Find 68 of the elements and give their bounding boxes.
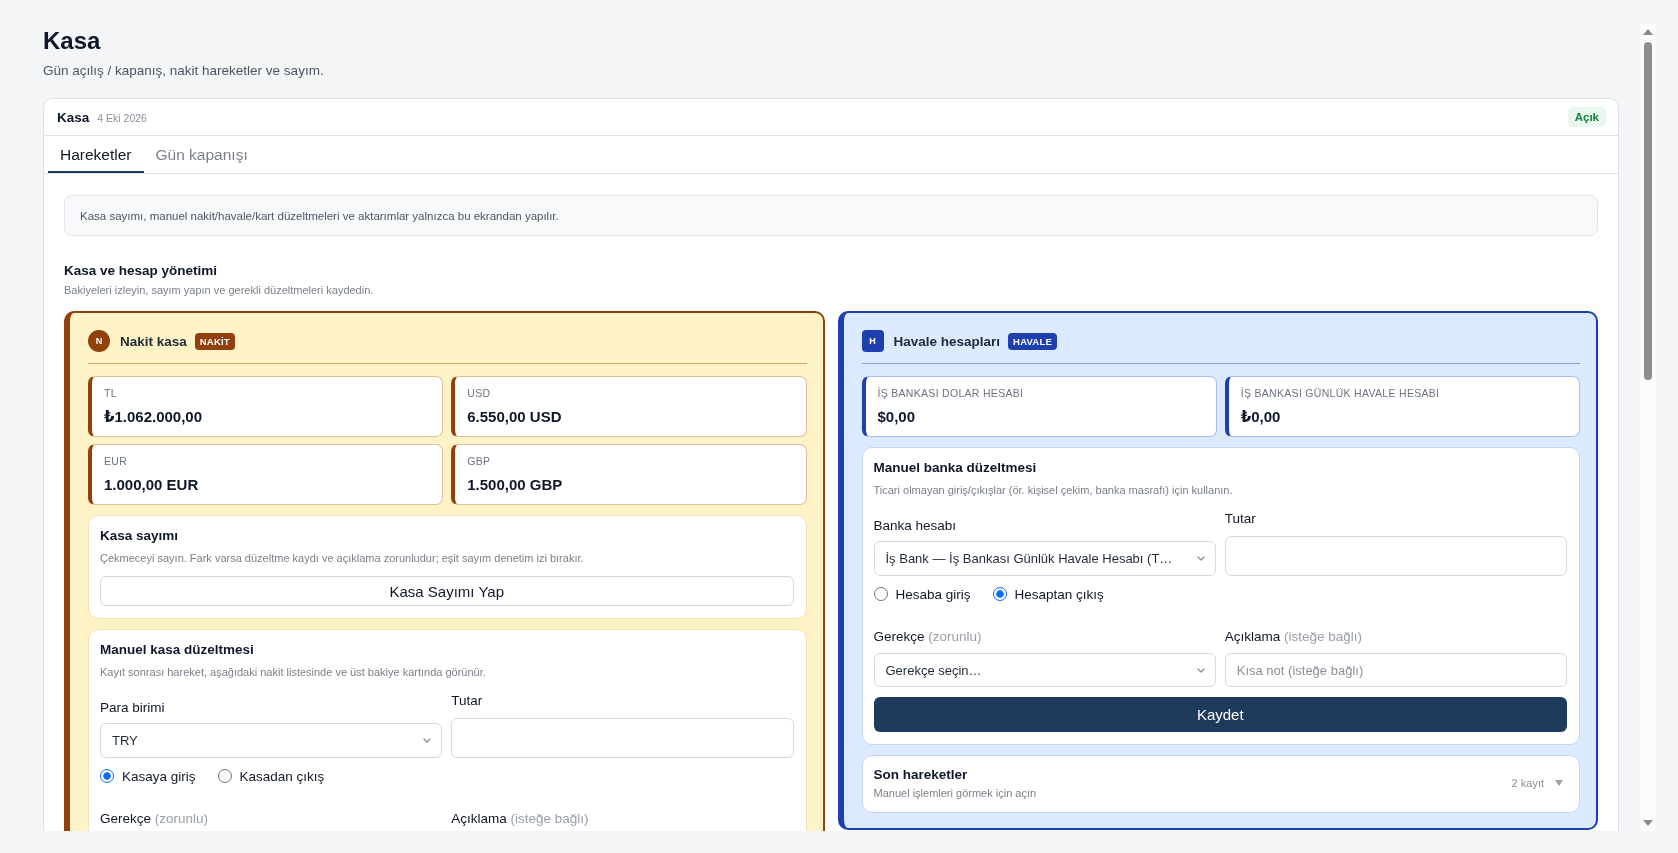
card-date: 4 Eki 2026 [97,111,147,124]
field-label: Açıklama (isteğe bağlı) [451,810,590,828]
card-heading: Manuel kasa düzeltmesi [100,641,255,659]
radio-button[interactable] [100,769,114,783]
balance-label: EUR [104,454,129,468]
dropdown-field[interactable]: İş Bank — İş Bankası Günlük Havale Hesabı (T… [873,541,1216,576]
balance-amount: 6.550,00 USD [467,407,563,427]
radio-label[interactable]: Kasadan çıkış [239,768,325,784]
card-heading: Kasa sayımı [100,527,180,545]
card-description: Ticari olmayan giriş/çıkışlar (ör. kişisel çekim, banka masrafı) için kullanın. [873,483,1234,497]
card-heading: Manuel banka düzeltmesi [873,459,1038,477]
status-badge: Açık [1567,107,1606,127]
page-title: Kasa [43,27,102,55]
field-label: Banka hesabı [873,517,958,535]
page-subtitle: Gün açılış / kapanış, nakit hareketler ve sayım. [43,62,325,80]
balance-label: İŞ BANKASI GÜNLÜK HAVALE HESABI [1240,386,1441,400]
radio-button[interactable] [873,587,888,601]
tab[interactable]: Hareketler [48,136,144,173]
field-label: Tutar [1224,510,1257,528]
type-tag: NAKİT [194,332,235,350]
balance-amount: ₺1.062.000,00 [104,407,204,427]
radio-label[interactable]: Kasaya giriş [122,768,196,784]
card-title: Kasa [57,109,90,125]
card-description: Manuel işlemleri görmek için açın [873,786,1037,800]
initial-badge: N [88,330,110,352]
input-field[interactable] [451,718,794,758]
scroll-up-icon[interactable] [1643,29,1653,35]
input-field[interactable] [1224,536,1567,576]
chevron-down-icon [1196,556,1205,561]
scroll-down-icon[interactable] [1643,820,1653,826]
field-label: Gerekçe (zorunlu) [873,628,983,646]
radio-label[interactable]: Hesaptan çıkış [1014,586,1104,602]
initial-badge: H [861,330,884,352]
balance-amount: $0,00 [877,407,917,427]
record-count: 2 kayıt [1511,777,1544,789]
caret-down-icon[interactable] [1555,780,1563,786]
card-description: Çekmeceyi sayın. Fark varsa düzeltme kaydı ve açıklama zorunludur; eşit sayım denetim izi bırakır. [100,551,585,565]
save-button[interactable]: Kaydet [873,697,1567,732]
chevron-down-icon [423,738,432,743]
balance-label: USD [467,386,492,400]
field-label: Para birimi [100,699,166,717]
radio-button[interactable] [217,769,232,783]
scrollbar[interactable] [1640,24,1656,831]
balance-amount: 1.500,00 GBP [467,475,564,495]
tab[interactable]: Gün kapanışı [143,136,260,173]
info-notice: Kasa sayımı, manuel nakit/havale/kart düzeltmeleri ve aktarımlar yalnızca bu ekrandan yapılır. [64,195,1598,236]
card-heading: Son hareketler [873,766,969,784]
chevron-down-icon [1196,667,1205,673]
balance-amount: 1.000,00 EUR [104,475,200,495]
count-button[interactable]: Kasa Sayımı Yap [100,576,794,606]
panel-title: Havale hesapları [893,333,1001,349]
type-tag: HAVALE [1008,332,1057,350]
dropdown-field[interactable]: TRY [100,723,443,758]
radio-button[interactable] [992,587,1007,601]
balance-label: İŞ BANKASI DOLAR HESABI [877,386,1025,400]
panel-title: Nakit kasa [120,333,187,349]
field-label: Açıklama (isteğe bağlı) [1224,628,1364,646]
balance-amount: ₺0,00 [1240,407,1282,427]
balance-label: TL [104,386,118,400]
section-title: Kasa ve hesap yönetimi [64,262,219,280]
card-description: Kayıt sonrası hareket, aşağıdaki nakit listesinde ve üst bakiye kartında görünür. [100,665,487,679]
balance-label: GBP [467,454,492,468]
field-label: Tutar [451,692,484,710]
dropdown-field[interactable]: Gerekçe seçin… [873,653,1216,687]
section-subtitle: Bakiyeleri izleyin, sayım yapın ve gerekli düzeltmeleri kaydedin. [64,283,375,297]
scrollbar-thumb[interactable] [1644,42,1652,380]
field-label: Gerekçe (zorunlu) [100,810,210,828]
radio-label[interactable]: Hesaba giriş [895,586,971,602]
